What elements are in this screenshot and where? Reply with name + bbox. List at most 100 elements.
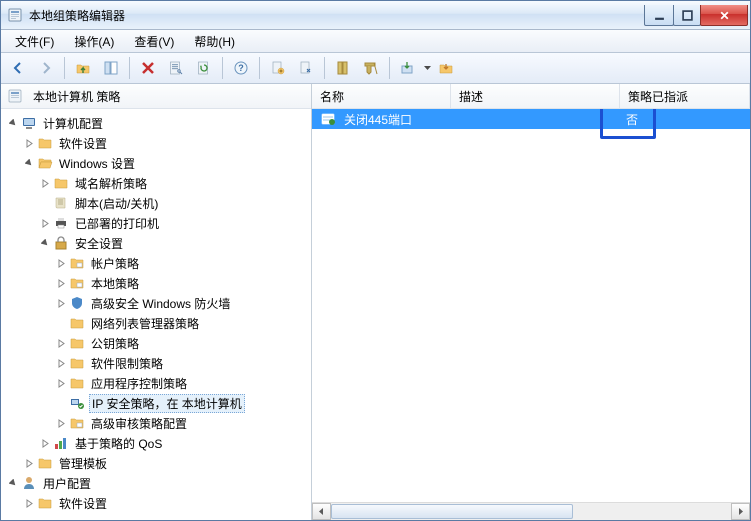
tree-adv-audit[interactable]: 高级审核策略配置 <box>1 413 311 433</box>
scroll-left-button[interactable] <box>312 503 331 520</box>
folder-open-icon <box>37 155 53 171</box>
list-header: 名称 描述 策略已指派 <box>312 84 750 109</box>
tree-header-label: 本地计算机 策略 <box>33 88 120 105</box>
properties-button[interactable] <box>163 55 189 81</box>
tree-user-software[interactable]: 软件设置 <box>1 493 311 513</box>
up-button[interactable] <box>70 55 96 81</box>
tree-netlist-policy[interactable]: 网络列表管理器策略 <box>1 313 311 333</box>
expand-icon[interactable] <box>53 255 69 271</box>
expand-icon[interactable] <box>21 495 37 511</box>
export-dropdown[interactable] <box>423 66 431 70</box>
toolbar-sep-1 <box>64 57 65 79</box>
scroll-track[interactable] <box>331 504 731 519</box>
import-button[interactable] <box>433 55 459 81</box>
user-icon <box>21 475 37 491</box>
expand-icon[interactable] <box>37 175 53 191</box>
tree-software-settings[interactable]: 软件设置 <box>1 133 311 153</box>
menubar: 文件(F) 操作(A) 查看(V) 帮助(H) <box>1 30 750 53</box>
tree-local-policy[interactable]: 本地策略 <box>1 273 311 293</box>
expand-icon[interactable] <box>53 415 69 431</box>
forward-button[interactable] <box>33 55 59 81</box>
app-icon <box>7 7 23 23</box>
help-button[interactable]: ? <box>228 55 254 81</box>
security-icon <box>53 235 69 251</box>
toolbar: ? <box>1 53 750 84</box>
expand-icon[interactable] <box>37 215 53 231</box>
menu-file[interactable]: 文件(F) <box>7 31 62 52</box>
cell-assigned: 否 <box>618 111 750 128</box>
scroll-thumb[interactable] <box>331 504 573 519</box>
minimize-button[interactable] <box>644 5 674 26</box>
expand-icon[interactable] <box>53 355 69 371</box>
maximize-button[interactable] <box>673 5 701 26</box>
expand-icon[interactable] <box>53 295 69 311</box>
col-name[interactable]: 名称 <box>312 84 451 108</box>
script-icon <box>53 195 69 211</box>
back-button[interactable] <box>5 55 31 81</box>
expand-icon[interactable] <box>53 375 69 391</box>
folder-icon <box>53 175 69 191</box>
tree-adv-firewall[interactable]: 高级安全 Windows 防火墙 <box>1 293 311 313</box>
policy-folder-icon <box>69 275 85 291</box>
col-desc[interactable]: 描述 <box>451 84 620 108</box>
show-hide-tree-button[interactable] <box>98 55 124 81</box>
list-row[interactable]: 关闭445端口 否 <box>312 109 750 129</box>
col-assigned[interactable]: 策略已指派 <box>620 84 750 108</box>
toolbar-sep-3 <box>222 57 223 79</box>
export-button[interactable] <box>395 55 421 81</box>
list-pane: 名称 描述 策略已指派 关闭445端口 否 <box>312 84 750 520</box>
menu-view[interactable]: 查看(V) <box>126 31 182 52</box>
list-body[interactable]: 关闭445端口 否 <box>312 109 750 502</box>
ipsec-icon <box>69 395 85 411</box>
folder-icon <box>69 375 85 391</box>
expand-icon[interactable] <box>53 335 69 351</box>
tree-dns-policy[interactable]: 域名解析策略 <box>1 173 311 193</box>
folder-icon <box>69 315 85 331</box>
collapse-icon[interactable] <box>37 235 53 251</box>
create-policy-button[interactable] <box>265 55 291 81</box>
expand-icon[interactable] <box>21 135 37 151</box>
policy-folder-icon <box>69 255 85 271</box>
tree-windows-settings[interactable]: Windows 设置 <box>1 153 311 173</box>
tree-account-policy[interactable]: 帐户策略 <box>1 253 311 273</box>
tree-ipsec-policy[interactable]: IP 安全策略，在 本地计算机 <box>1 393 311 413</box>
expand-icon[interactable] <box>53 275 69 291</box>
refresh-button[interactable] <box>191 55 217 81</box>
expand-icon[interactable] <box>37 435 53 451</box>
gpedit-window: 本地组策略编辑器 文件(F) 操作(A) 查看(V) 帮助(H) ? <box>0 0 751 521</box>
tree-scripts[interactable]: 脚本(启动/关机) <box>1 193 311 213</box>
titlebar[interactable]: 本地组策略编辑器 <box>1 1 750 30</box>
tree-view[interactable]: 计算机配置 软件设置 Windows 设置 域名解析策略 脚本(启动/关机) 已… <box>1 109 311 520</box>
menu-action[interactable]: 操作(A) <box>66 31 122 52</box>
toolbar-sep-5 <box>324 57 325 79</box>
collapse-icon[interactable] <box>5 475 21 491</box>
tree-printers[interactable]: 已部署的打印机 <box>1 213 311 233</box>
folder-icon <box>37 135 53 151</box>
tree-qos[interactable]: 基于策略的 QoS <box>1 433 311 453</box>
tree-software-restrict[interactable]: 软件限制策略 <box>1 353 311 373</box>
hscrollbar[interactable] <box>312 502 750 520</box>
tree-appctrl-policy[interactable]: 应用程序控制策略 <box>1 373 311 393</box>
tree-security-settings[interactable]: 安全设置 <box>1 233 311 253</box>
collapse-icon[interactable] <box>21 155 37 171</box>
scroll-right-button[interactable] <box>731 503 750 520</box>
menu-help[interactable]: 帮助(H) <box>186 31 243 52</box>
tree-pubkey-policy[interactable]: 公钥策略 <box>1 333 311 353</box>
collapse-icon[interactable] <box>5 115 21 131</box>
tree-header: 本地计算机 策略 <box>1 84 311 109</box>
tree-pane: 本地计算机 策略 计算机配置 软件设置 Windows 设置 域名解析策略 脚本… <box>1 84 312 520</box>
tree-admin-templates[interactable]: 管理模板 <box>1 453 311 473</box>
window-title: 本地组策略编辑器 <box>29 7 645 24</box>
folder-icon <box>69 355 85 371</box>
tree-computer-config[interactable]: 计算机配置 <box>1 113 311 133</box>
assign-button[interactable] <box>293 55 319 81</box>
filter2-button[interactable] <box>358 55 384 81</box>
filter1-button[interactable] <box>330 55 356 81</box>
toolbar-sep-2 <box>129 57 130 79</box>
window-buttons <box>645 5 748 25</box>
close-button[interactable] <box>700 5 748 26</box>
delete-button[interactable] <box>135 55 161 81</box>
tree-user-config[interactable]: 用户配置 <box>1 473 311 493</box>
expand-icon[interactable] <box>21 455 37 471</box>
policy-item-icon <box>320 111 336 127</box>
